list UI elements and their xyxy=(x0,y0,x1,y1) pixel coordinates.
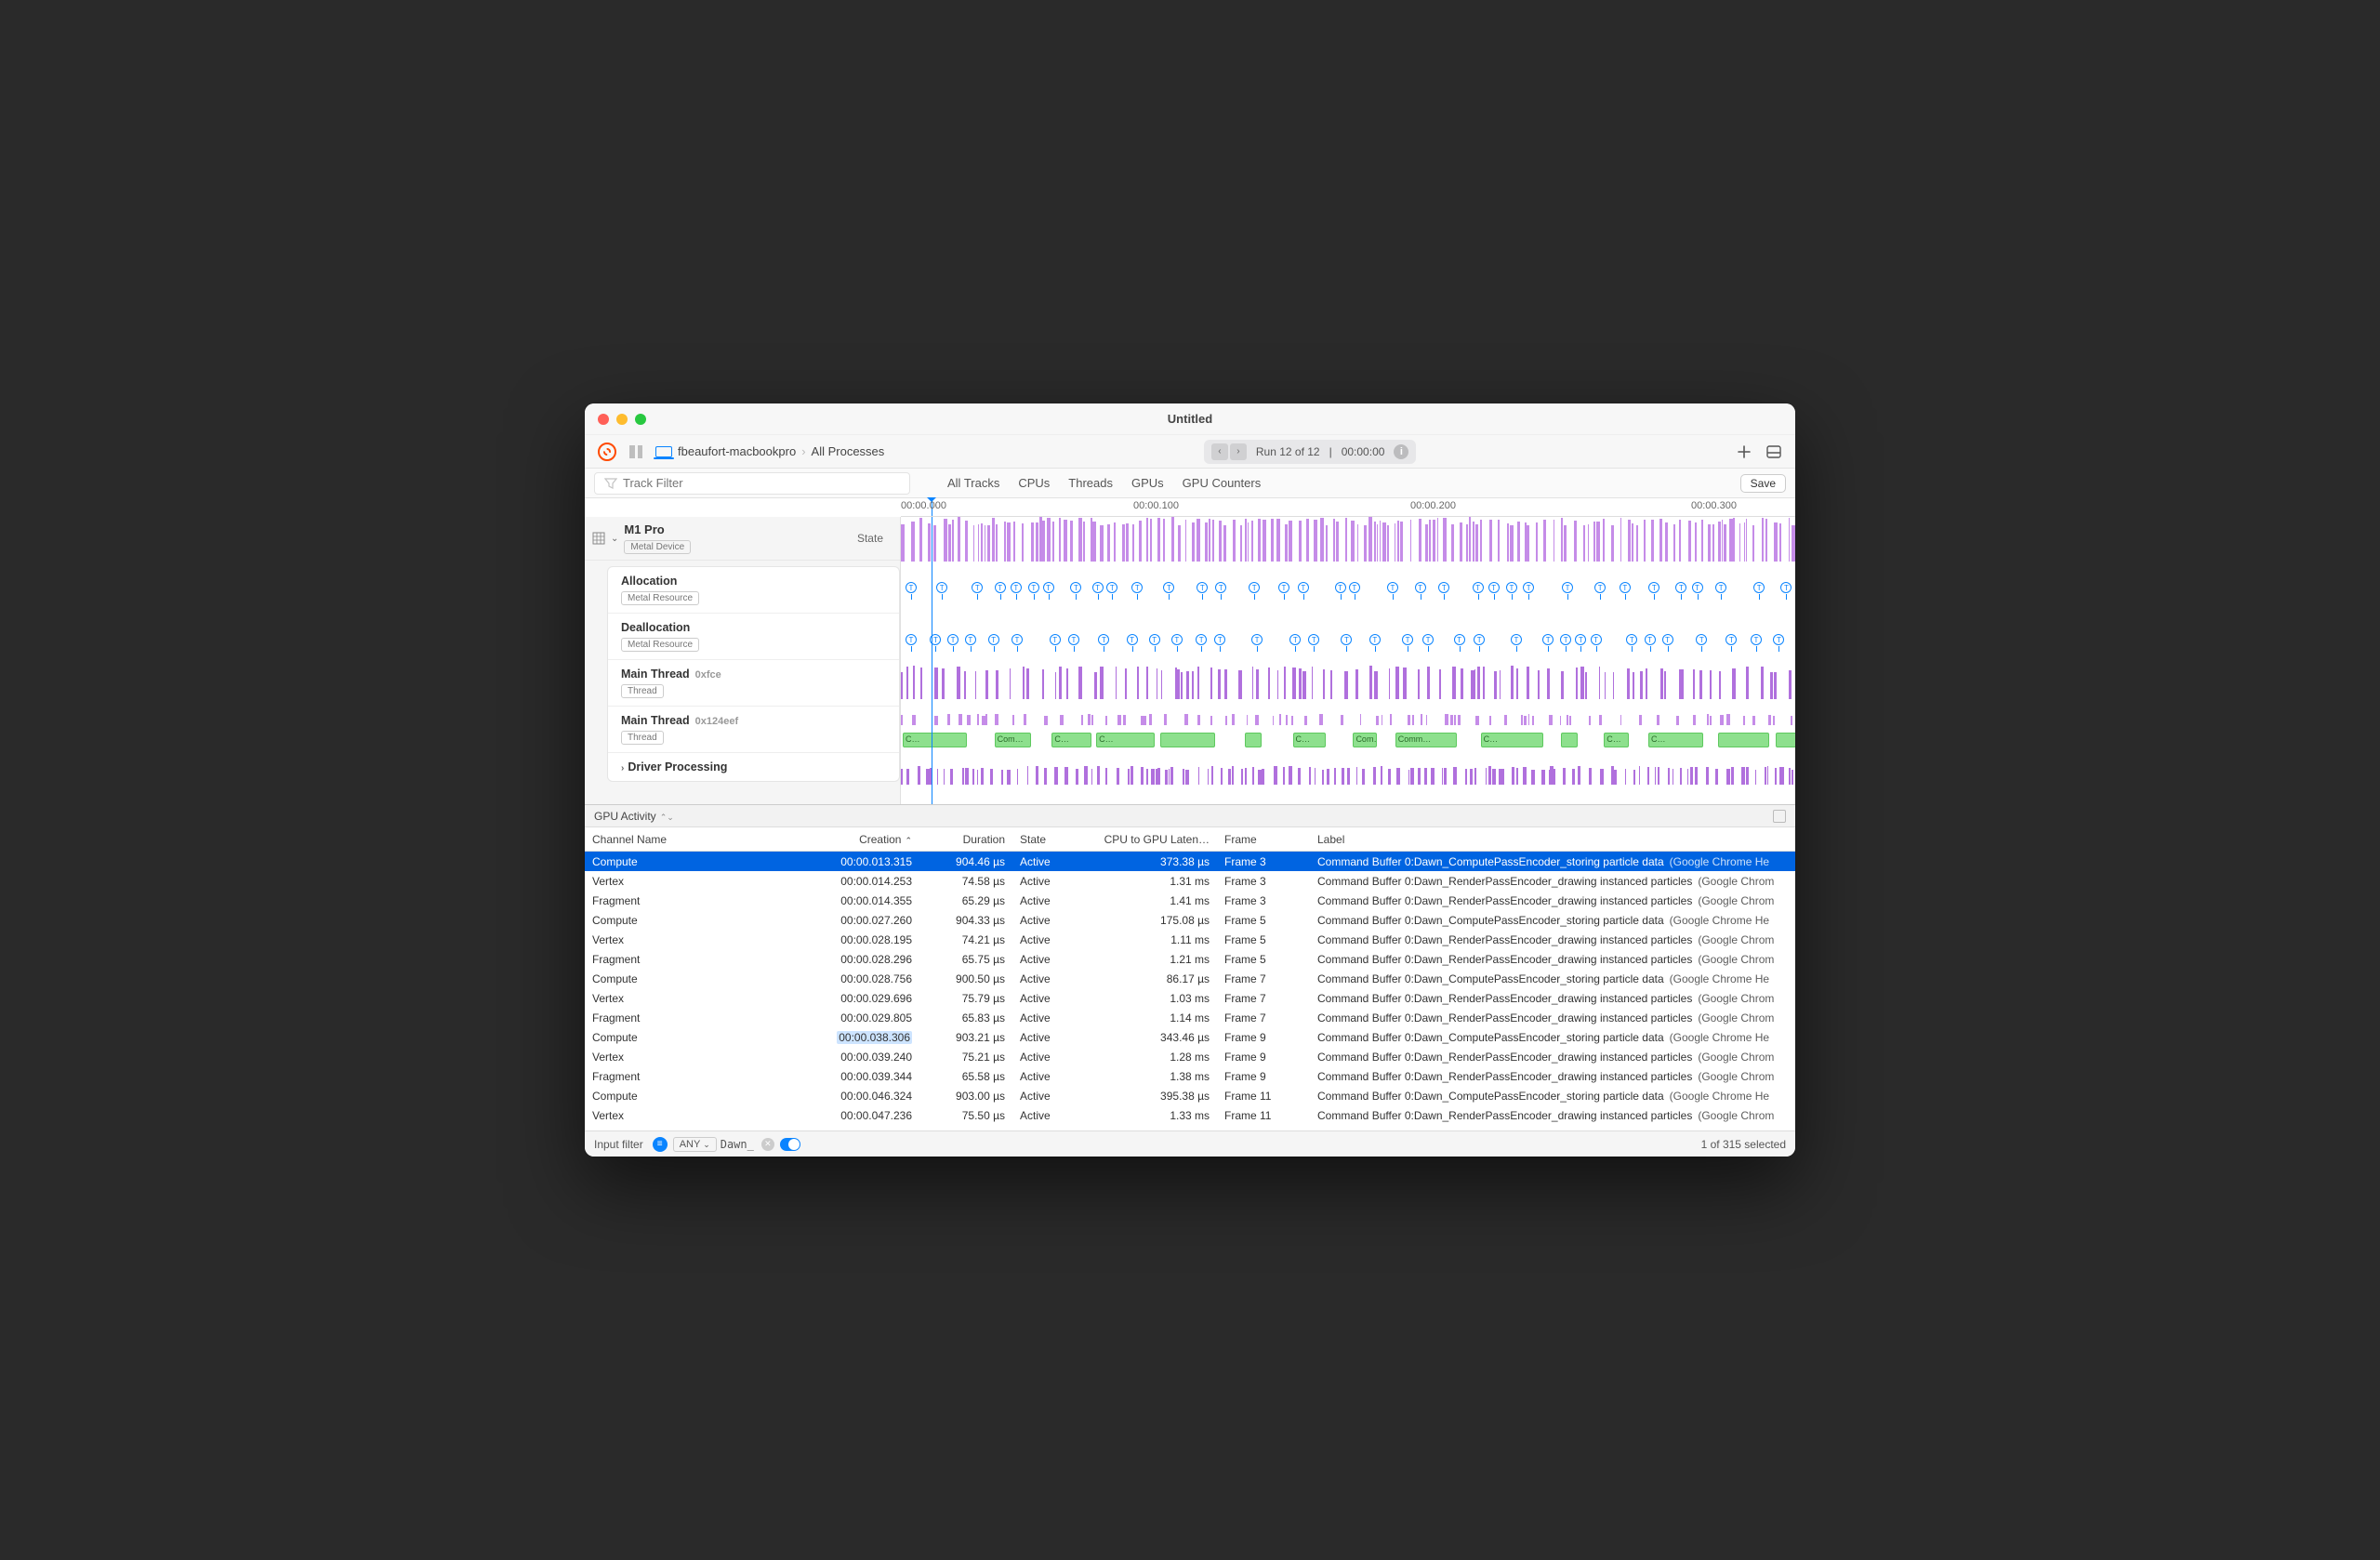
detail-header: GPU Activity⌃⌄ xyxy=(585,805,1795,827)
track-allocation[interactable]: AllocationMetal Resource xyxy=(608,567,899,614)
caret-down-icon: ⌄ xyxy=(611,534,618,544)
track-deallocation[interactable]: DeallocationMetal Resource xyxy=(608,614,899,660)
funnel-icon xyxy=(604,478,617,489)
ruler-tick: 00:00.300 xyxy=(1691,500,1737,511)
run-time: 00:00:00 xyxy=(1342,445,1385,458)
detail-options-icon[interactable] xyxy=(1773,810,1786,823)
input-filter-label: Input filter xyxy=(594,1138,643,1151)
track-main-thread[interactable]: Main Thread0xfceThread xyxy=(608,660,899,707)
table-row[interactable]: Compute00:00.027.260904.33 µsActive175.0… xyxy=(585,910,1795,930)
col-channel[interactable]: Channel Name xyxy=(585,833,771,846)
selection-count: 1 of 315 selected xyxy=(1701,1138,1786,1151)
time-ruler[interactable]: 00:00.000 00:00.100 00:00.200 00:00.300 xyxy=(901,498,1795,517)
machine-name: fbeaufort-macbookpro xyxy=(678,444,796,458)
col-latency[interactable]: CPU to GPU Laten… xyxy=(1096,833,1217,846)
pause-icon[interactable] xyxy=(629,445,642,458)
track-tabs: All Tracks CPUs Threads GPUs GPU Counters xyxy=(947,476,1261,490)
table-row[interactable]: Fragment00:00.029.80565.83 µsActive1.14 … xyxy=(585,1008,1795,1027)
table-header: Channel Name Creation⌃ Duration State CP… xyxy=(585,827,1795,852)
tab-cpus[interactable]: CPUs xyxy=(1018,476,1050,490)
device-header[interactable]: ⌄ M1 Pro Metal Device State xyxy=(585,517,900,561)
add-icon[interactable] xyxy=(1736,443,1752,460)
table-row[interactable]: Vertex00:00.014.25374.58 µsActive1.31 ms… xyxy=(585,871,1795,891)
table-row[interactable]: Fragment00:00.039.34465.58 µsActive1.38 … xyxy=(585,1066,1795,1086)
table-row[interactable]: Vertex00:00.039.24075.21 µsActive1.28 ms… xyxy=(585,1047,1795,1066)
run-prev[interactable]: ‹ xyxy=(1211,443,1228,460)
app-window: Untitled fbeaufort-macbookpro › All Proc… xyxy=(585,403,1795,1157)
filter-bar: All Tracks CPUs Threads GPUs GPU Counters Sa… xyxy=(585,469,1795,498)
col-creation[interactable]: Creation⌃ xyxy=(771,833,919,846)
record-icon[interactable] xyxy=(598,443,616,461)
table-row[interactable]: Compute00:00.028.756900.50 µsActive86.17… xyxy=(585,969,1795,988)
ruler-tick: 00:00.100 xyxy=(1133,500,1179,511)
track-filter-input[interactable] xyxy=(623,476,787,490)
table-row[interactable]: Fragment00:00.028.29665.75 µsActive1.21 … xyxy=(585,949,1795,969)
timeline: ⌄ M1 Pro Metal Device State AllocationMe… xyxy=(585,517,1795,805)
titlebar: Untitled xyxy=(585,403,1795,435)
table-row[interactable]: Vertex00:00.047.23675.50 µsActive1.33 ms… xyxy=(585,1105,1795,1125)
device-pill: Metal Device xyxy=(624,540,691,554)
tab-all-tracks[interactable]: All Tracks xyxy=(947,476,999,490)
filter-text[interactable]: Dawn_ xyxy=(721,1138,754,1151)
col-state[interactable]: State xyxy=(1012,833,1096,846)
toolbar: fbeaufort-macbookpro › All Processes ‹ ›… xyxy=(585,435,1795,469)
table-row[interactable]: Vertex00:00.028.19574.21 µsActive1.11 ms… xyxy=(585,930,1795,949)
run-next[interactable]: › xyxy=(1230,443,1247,460)
laptop-icon xyxy=(655,446,672,457)
table-body[interactable]: Compute00:00.013.315904.46 µsActive373.3… xyxy=(585,852,1795,1130)
col-label[interactable]: Label xyxy=(1310,833,1795,846)
track-driver-processing[interactable]: ›Driver Processing xyxy=(608,753,899,781)
tab-gpus[interactable]: GPUs xyxy=(1131,476,1164,490)
breadcrumb[interactable]: fbeaufort-macbookpro › All Processes xyxy=(655,444,884,458)
ruler-tick: 00:00.200 xyxy=(1410,500,1456,511)
chevron-right-icon: › xyxy=(801,444,805,458)
tab-threads[interactable]: Threads xyxy=(1068,476,1113,490)
scope-name: All Processes xyxy=(812,444,885,458)
window-title: Untitled xyxy=(585,412,1795,426)
table-row[interactable]: Vertex00:00.029.69675.79 µsActive1.03 ms… xyxy=(585,988,1795,1008)
device-name: M1 Pro xyxy=(624,522,691,536)
clear-filter-icon[interactable]: ✕ xyxy=(761,1138,774,1151)
info-icon[interactable]: i xyxy=(1394,444,1408,459)
table-row[interactable]: Compute00:00.038.306903.21 µsActive343.4… xyxy=(585,1027,1795,1047)
filter-toggle[interactable] xyxy=(780,1138,800,1151)
run-selector[interactable]: ‹ › Run 12 of 12 | 00:00:00 i xyxy=(1204,440,1417,464)
col-duration[interactable]: Duration xyxy=(919,833,1012,846)
track-list: AllocationMetal ResourceDeallocationMeta… xyxy=(607,566,900,782)
ruler-tick: 00:00.000 xyxy=(901,500,946,511)
table-row[interactable]: Compute00:00.013.315904.46 µsActive373.3… xyxy=(585,852,1795,871)
timeline-lanes[interactable]: TTTTTTTTTTTTTTTTTTTTTTTTTTTTTTTTTTTTTTTT… xyxy=(901,517,1795,804)
grid-icon xyxy=(592,532,605,545)
tab-gpu-counters[interactable]: GPU Counters xyxy=(1183,476,1262,490)
footer: Input filter ≡ ANY ⌄ Dawn_ ✕ 1 of 315 se… xyxy=(585,1130,1795,1157)
col-frame[interactable]: Frame xyxy=(1217,833,1310,846)
table-row[interactable]: Compute00:00.046.324903.00 µsActive395.3… xyxy=(585,1086,1795,1105)
state-label: State xyxy=(848,528,892,549)
save-button[interactable]: Save xyxy=(1740,474,1786,493)
table-row[interactable]: Fragment00:00.014.35565.29 µsActive1.41 … xyxy=(585,891,1795,910)
layout-icon[interactable] xyxy=(1765,443,1782,460)
filter-chip-icon[interactable]: ≡ xyxy=(653,1137,668,1152)
track-main-thread[interactable]: Main Thread0x124eefThread xyxy=(608,707,899,753)
detail-selector[interactable]: GPU Activity⌃⌄ xyxy=(594,810,674,823)
track-sidebar: ⌄ M1 Pro Metal Device State AllocationMe… xyxy=(585,517,901,804)
track-filter[interactable] xyxy=(594,472,910,495)
run-text: Run 12 of 12 xyxy=(1256,445,1320,458)
filter-mode[interactable]: ANY ⌄ xyxy=(673,1137,717,1152)
